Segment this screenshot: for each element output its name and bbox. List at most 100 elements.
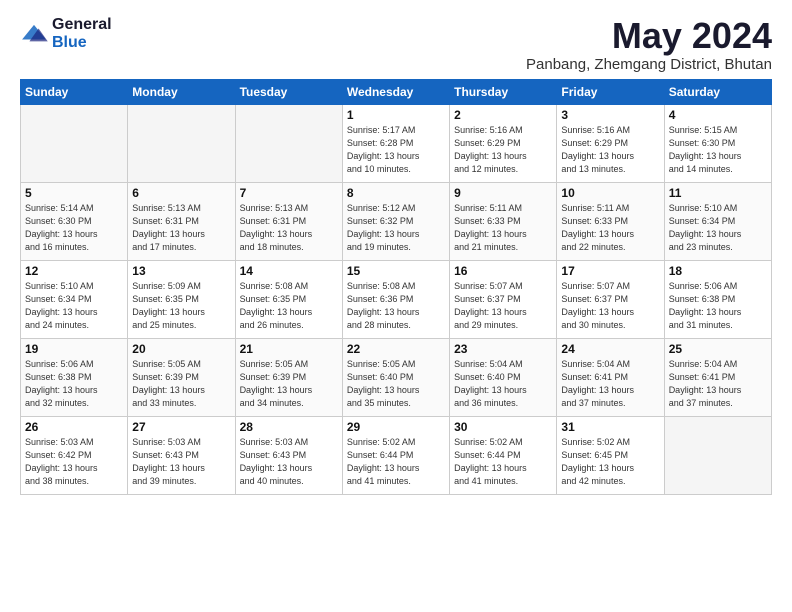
day-detail: Sunrise: 5:10 AM Sunset: 6:34 PM Dayligh… bbox=[669, 202, 767, 254]
calendar-cell: 5 Sunrise: 5:14 AM Sunset: 6:30 PM Daylig… bbox=[21, 182, 128, 260]
day-number: 14 bbox=[240, 264, 338, 278]
calendar-cell: 13 Sunrise: 5:09 AM Sunset: 6:35 PM Dayli… bbox=[128, 260, 235, 338]
weekday-header: Thursday bbox=[450, 79, 557, 104]
title-block: May 2024 Panbang, Zhemgang District, Bhu… bbox=[526, 16, 772, 73]
day-number: 30 bbox=[454, 420, 552, 434]
day-number: 26 bbox=[25, 420, 123, 434]
page: General Blue May 2024 Panbang, Zhemgang … bbox=[0, 0, 792, 505]
calendar-cell: 27 Sunrise: 5:03 AM Sunset: 6:43 PM Dayli… bbox=[128, 416, 235, 494]
day-detail: Sunrise: 5:06 AM Sunset: 6:38 PM Dayligh… bbox=[669, 280, 767, 332]
day-detail: Sunrise: 5:17 AM Sunset: 6:28 PM Dayligh… bbox=[347, 124, 445, 176]
day-number: 24 bbox=[561, 342, 659, 356]
day-number: 31 bbox=[561, 420, 659, 434]
day-number: 5 bbox=[25, 186, 123, 200]
day-number: 28 bbox=[240, 420, 338, 434]
weekday-header: Sunday bbox=[21, 79, 128, 104]
day-number: 11 bbox=[669, 186, 767, 200]
calendar-cell: 24 Sunrise: 5:04 AM Sunset: 6:41 PM Dayli… bbox=[557, 338, 664, 416]
day-number: 22 bbox=[347, 342, 445, 356]
calendar-cell: 12Sunrise: 5:10 AM Sunset: 6:34 PM Dayli… bbox=[21, 260, 128, 338]
header: General Blue May 2024 Panbang, Zhemgang … bbox=[20, 16, 772, 73]
day-detail: Sunrise: 5:09 AM Sunset: 6:35 PM Dayligh… bbox=[132, 280, 230, 332]
day-number: 20 bbox=[132, 342, 230, 356]
calendar-cell: 25Sunrise: 5:04 AM Sunset: 6:41 PM Dayli… bbox=[664, 338, 771, 416]
calendar-cell: 20 Sunrise: 5:05 AM Sunset: 6:39 PM Dayli… bbox=[128, 338, 235, 416]
day-detail: Sunrise: 5:11 AM Sunset: 6:33 PM Dayligh… bbox=[454, 202, 552, 254]
calendar-cell: 1Sunrise: 5:17 AM Sunset: 6:28 PM Daylig… bbox=[342, 104, 449, 182]
calendar-cell: 26 Sunrise: 5:03 AM Sunset: 6:42 PM Dayli… bbox=[21, 416, 128, 494]
calendar-cell: 4Sunrise: 5:15 AM Sunset: 6:30 PM Daylig… bbox=[664, 104, 771, 182]
day-number: 29 bbox=[347, 420, 445, 434]
day-detail: Sunrise: 5:08 AM Sunset: 6:35 PM Dayligh… bbox=[240, 280, 338, 332]
logo: General Blue bbox=[20, 16, 112, 52]
calendar-cell: 15Sunrise: 5:08 AM Sunset: 6:36 PM Dayli… bbox=[342, 260, 449, 338]
day-detail: Sunrise: 5:16 AM Sunset: 6:29 PM Dayligh… bbox=[454, 124, 552, 176]
day-number: 4 bbox=[669, 108, 767, 122]
day-detail: Sunrise: 5:02 AM Sunset: 6:44 PM Dayligh… bbox=[347, 436, 445, 488]
calendar-cell: 14 Sunrise: 5:08 AM Sunset: 6:35 PM Dayli… bbox=[235, 260, 342, 338]
logo-icon bbox=[20, 23, 48, 45]
calendar-week-row: 12Sunrise: 5:10 AM Sunset: 6:34 PM Dayli… bbox=[21, 260, 772, 338]
calendar-cell: 29 Sunrise: 5:02 AM Sunset: 6:44 PM Dayli… bbox=[342, 416, 449, 494]
day-number: 17 bbox=[561, 264, 659, 278]
day-detail: Sunrise: 5:02 AM Sunset: 6:45 PM Dayligh… bbox=[561, 436, 659, 488]
weekday-header: Wednesday bbox=[342, 79, 449, 104]
day-number: 21 bbox=[240, 342, 338, 356]
calendar-cell bbox=[664, 416, 771, 494]
day-number: 13 bbox=[132, 264, 230, 278]
day-detail: Sunrise: 5:03 AM Sunset: 6:42 PM Dayligh… bbox=[25, 436, 123, 488]
weekday-header: Friday bbox=[557, 79, 664, 104]
calendar-week-row: 19Sunrise: 5:06 AM Sunset: 6:38 PM Dayli… bbox=[21, 338, 772, 416]
calendar: SundayMondayTuesdayWednesdayThursdayFrid… bbox=[20, 79, 772, 495]
calendar-cell bbox=[235, 104, 342, 182]
day-detail: Sunrise: 5:06 AM Sunset: 6:38 PM Dayligh… bbox=[25, 358, 123, 410]
calendar-cell bbox=[21, 104, 128, 182]
day-detail: Sunrise: 5:03 AM Sunset: 6:43 PM Dayligh… bbox=[240, 436, 338, 488]
day-detail: Sunrise: 5:11 AM Sunset: 6:33 PM Dayligh… bbox=[561, 202, 659, 254]
calendar-cell bbox=[128, 104, 235, 182]
logo-text: General Blue bbox=[52, 16, 112, 52]
day-detail: Sunrise: 5:07 AM Sunset: 6:37 PM Dayligh… bbox=[454, 280, 552, 332]
day-detail: Sunrise: 5:14 AM Sunset: 6:30 PM Dayligh… bbox=[25, 202, 123, 254]
day-number: 27 bbox=[132, 420, 230, 434]
calendar-cell: 22Sunrise: 5:05 AM Sunset: 6:40 PM Dayli… bbox=[342, 338, 449, 416]
day-number: 2 bbox=[454, 108, 552, 122]
main-title: May 2024 bbox=[526, 16, 772, 56]
day-number: 10 bbox=[561, 186, 659, 200]
calendar-cell: 8Sunrise: 5:12 AM Sunset: 6:32 PM Daylig… bbox=[342, 182, 449, 260]
calendar-cell: 7Sunrise: 5:13 AM Sunset: 6:31 PM Daylig… bbox=[235, 182, 342, 260]
weekday-header: Monday bbox=[128, 79, 235, 104]
calendar-cell: 18 Sunrise: 5:06 AM Sunset: 6:38 PM Dayli… bbox=[664, 260, 771, 338]
weekday-header: Tuesday bbox=[235, 79, 342, 104]
day-number: 16 bbox=[454, 264, 552, 278]
calendar-week-row: 1Sunrise: 5:17 AM Sunset: 6:28 PM Daylig… bbox=[21, 104, 772, 182]
day-detail: Sunrise: 5:05 AM Sunset: 6:39 PM Dayligh… bbox=[132, 358, 230, 410]
calendar-cell: 31 Sunrise: 5:02 AM Sunset: 6:45 PM Dayli… bbox=[557, 416, 664, 494]
day-number: 6 bbox=[132, 186, 230, 200]
day-number: 7 bbox=[240, 186, 338, 200]
day-number: 18 bbox=[669, 264, 767, 278]
calendar-cell: 11 Sunrise: 5:10 AM Sunset: 6:34 PM Dayli… bbox=[664, 182, 771, 260]
subtitle: Panbang, Zhemgang District, Bhutan bbox=[526, 56, 772, 73]
calendar-cell: 30 Sunrise: 5:02 AM Sunset: 6:44 PM Dayli… bbox=[450, 416, 557, 494]
day-detail: Sunrise: 5:04 AM Sunset: 6:41 PM Dayligh… bbox=[561, 358, 659, 410]
calendar-cell: 21 Sunrise: 5:05 AM Sunset: 6:39 PM Dayli… bbox=[235, 338, 342, 416]
logo-blue: Blue bbox=[52, 34, 87, 51]
logo-general: General bbox=[52, 16, 112, 33]
calendar-cell: 9 Sunrise: 5:11 AM Sunset: 6:33 PM Daylig… bbox=[450, 182, 557, 260]
calendar-cell: 23Sunrise: 5:04 AM Sunset: 6:40 PM Dayli… bbox=[450, 338, 557, 416]
calendar-cell: 28 Sunrise: 5:03 AM Sunset: 6:43 PM Dayli… bbox=[235, 416, 342, 494]
calendar-cell: 2 Sunrise: 5:16 AM Sunset: 6:29 PM Daylig… bbox=[450, 104, 557, 182]
day-detail: Sunrise: 5:12 AM Sunset: 6:32 PM Dayligh… bbox=[347, 202, 445, 254]
day-detail: Sunrise: 5:05 AM Sunset: 6:39 PM Dayligh… bbox=[240, 358, 338, 410]
weekday-header-row: SundayMondayTuesdayWednesdayThursdayFrid… bbox=[21, 79, 772, 104]
day-number: 3 bbox=[561, 108, 659, 122]
calendar-cell: 19Sunrise: 5:06 AM Sunset: 6:38 PM Dayli… bbox=[21, 338, 128, 416]
day-detail: Sunrise: 5:03 AM Sunset: 6:43 PM Dayligh… bbox=[132, 436, 230, 488]
calendar-cell: 6Sunrise: 5:13 AM Sunset: 6:31 PM Daylig… bbox=[128, 182, 235, 260]
day-number: 9 bbox=[454, 186, 552, 200]
day-number: 25 bbox=[669, 342, 767, 356]
day-detail: Sunrise: 5:02 AM Sunset: 6:44 PM Dayligh… bbox=[454, 436, 552, 488]
calendar-cell: 17Sunrise: 5:07 AM Sunset: 6:37 PM Dayli… bbox=[557, 260, 664, 338]
calendar-cell: 16 Sunrise: 5:07 AM Sunset: 6:37 PM Dayli… bbox=[450, 260, 557, 338]
